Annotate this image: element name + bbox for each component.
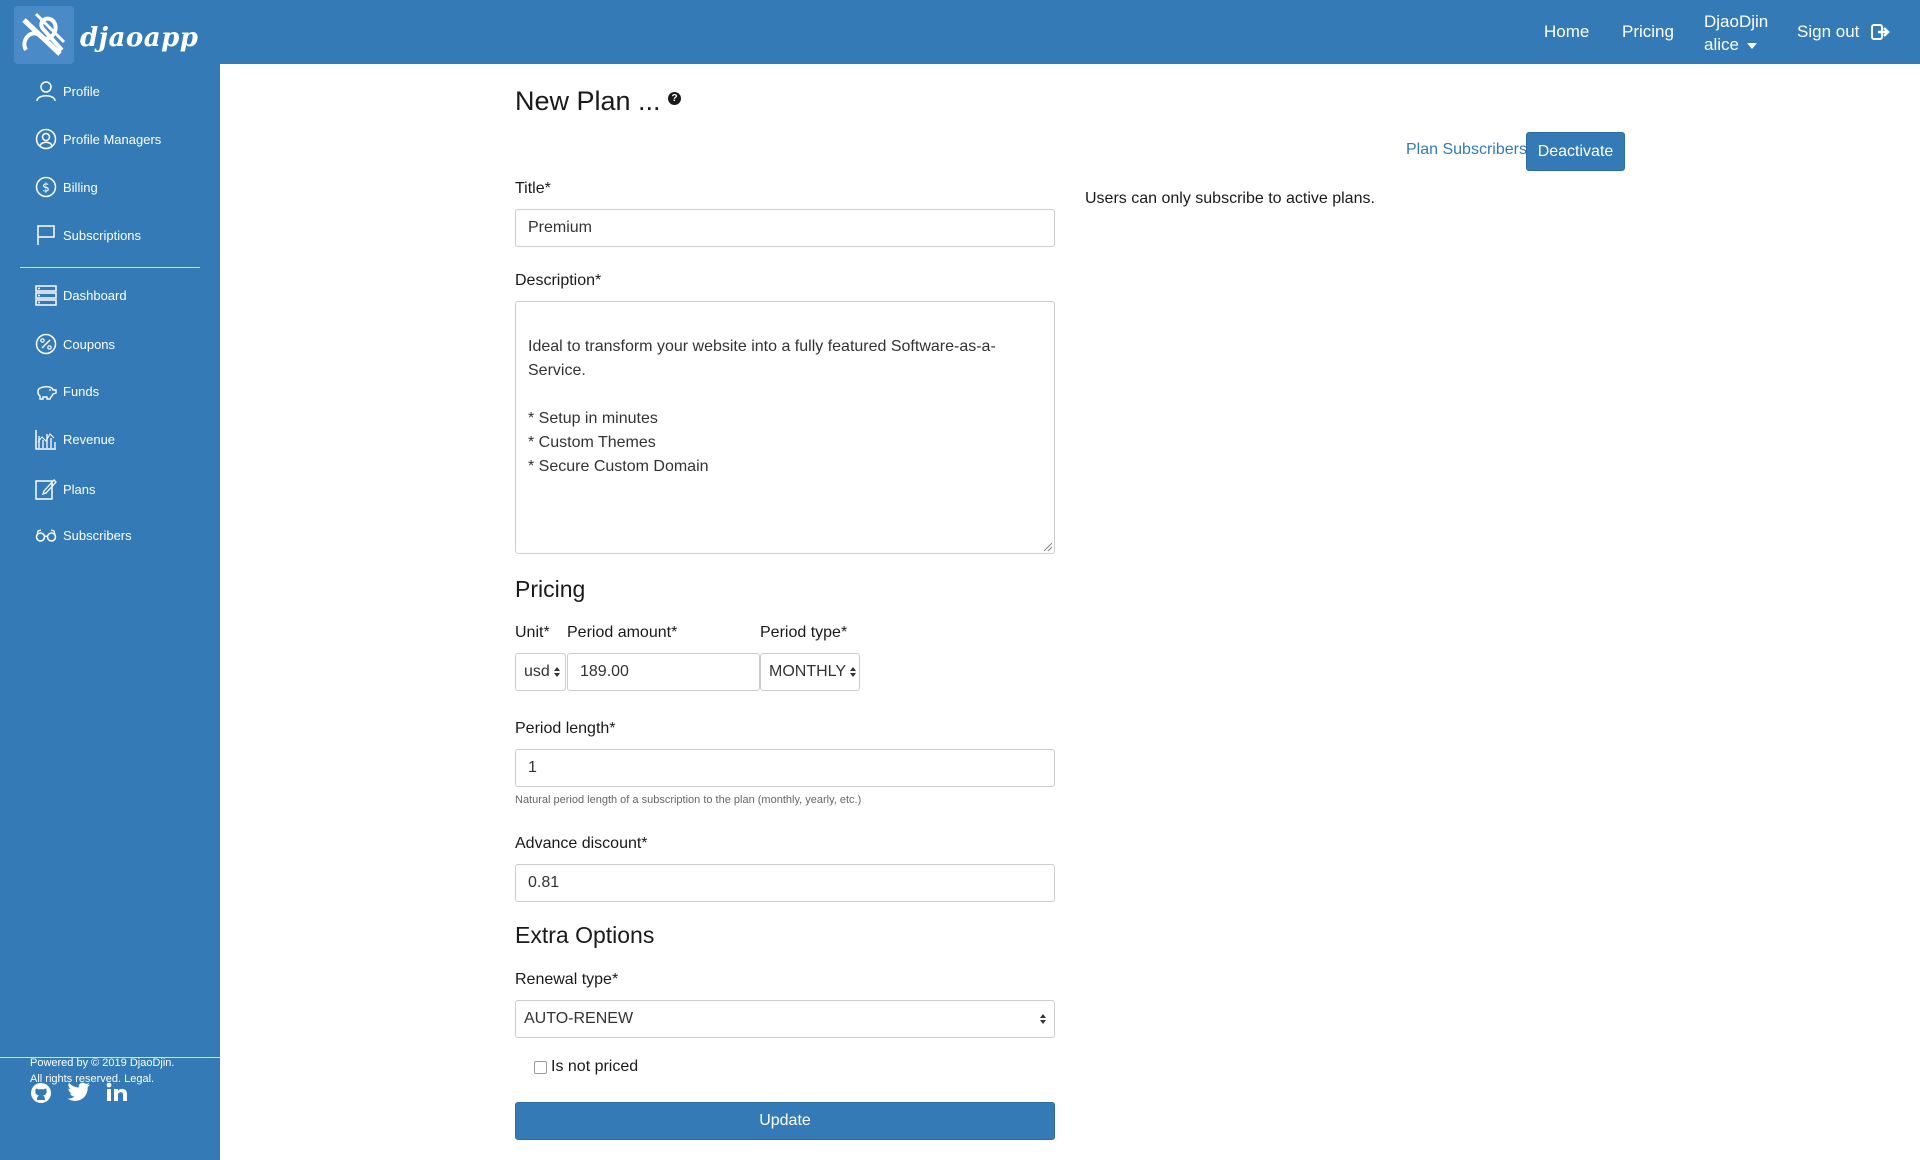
edit-icon bbox=[35, 479, 57, 500]
user-circle-icon bbox=[35, 128, 57, 150]
user-name: alice bbox=[1704, 35, 1739, 54]
sidebar-item-subscribers[interactable]: Subscribers bbox=[35, 524, 132, 546]
description-field[interactable]: Ideal to transform your website into a f… bbox=[515, 301, 1055, 554]
svg-text:$: $ bbox=[42, 181, 50, 195]
sidebar-item-label: Plans bbox=[63, 481, 96, 497]
sidebar-item-label: Subscriptions bbox=[63, 227, 142, 243]
account-dropdown[interactable]: DjaoDjin alice bbox=[1704, 10, 1768, 56]
renewal-type-value: AUTO-RENEW bbox=[524, 1010, 634, 1027]
period-amount-value: 189.00 bbox=[580, 663, 629, 680]
brand-name: djaoapp bbox=[80, 23, 199, 53]
top-navbar: djaoapp Home Pricing DjaoDjin alice Sign… bbox=[0, 0, 1920, 64]
advance-discount-value: 0.81 bbox=[528, 874, 560, 891]
period-type-value: MONTHLY bbox=[769, 663, 847, 680]
sidebar-footer: Powered by © 2019 DjaoDjin. All rights r… bbox=[30, 1055, 174, 1087]
period-length-help: Natural period length of a subscription … bbox=[515, 794, 862, 806]
period-amount-label: Period amount* bbox=[567, 624, 678, 641]
piggy-bank-icon bbox=[37, 386, 57, 400]
select-arrows-icon bbox=[553, 667, 560, 677]
chart-icon bbox=[35, 430, 56, 450]
sidebar-item-label: Profile Managers bbox=[63, 131, 162, 147]
renewal-type-select[interactable]: AUTO-RENEW bbox=[515, 1000, 1055, 1038]
description-label: Description* bbox=[515, 272, 602, 289]
sidebar-item-coupons[interactable]: Coupons bbox=[35, 333, 115, 355]
sidebar-item-label: Coupons bbox=[63, 336, 116, 352]
copyright-text: Powered by © 2019 DjaoDjin. bbox=[30, 1057, 175, 1069]
page-title: New Plan ... bbox=[515, 86, 661, 116]
percent-icon bbox=[35, 333, 57, 355]
period-length-field[interactable]: 1 bbox=[515, 749, 1055, 787]
renewal-type-label: Renewal type* bbox=[515, 971, 619, 988]
select-arrows-icon bbox=[850, 667, 857, 677]
sidebar-item-profile-managers[interactable]: Profile Managers bbox=[35, 128, 161, 150]
title-value: Premium bbox=[528, 219, 593, 236]
dollar-circle-icon: $ bbox=[35, 176, 57, 198]
resize-handle[interactable] bbox=[1044, 543, 1052, 551]
unit-label: Unit* bbox=[515, 624, 550, 641]
nav-home-link[interactable]: Home bbox=[1544, 22, 1589, 42]
sign-out-label: Sign out bbox=[1797, 22, 1860, 41]
rights-text: All rights reserved. Legal. bbox=[30, 1073, 155, 1085]
user-icon bbox=[36, 81, 56, 102]
caret-down-icon bbox=[1746, 42, 1757, 49]
sidebar-item-label: Funds bbox=[63, 383, 100, 399]
sidebar-item-label: Profile bbox=[63, 83, 100, 99]
update-button[interactable]: Update bbox=[515, 1102, 1055, 1140]
period-length-label: Period length* bbox=[515, 720, 616, 737]
glasses-icon bbox=[35, 529, 57, 542]
sidebar-item-subscriptions[interactable]: Subscriptions bbox=[35, 224, 141, 246]
sidebar-item-funds[interactable]: Funds bbox=[35, 380, 99, 402]
advance-discount-label: Advance discount* bbox=[515, 835, 648, 852]
sidebar-item-label: Revenue bbox=[63, 431, 116, 447]
title-label: Title* bbox=[515, 180, 551, 197]
server-icon bbox=[35, 285, 57, 306]
description-value: Ideal to transform your website into a f… bbox=[528, 338, 996, 475]
sidebar-item-profile[interactable]: Profile bbox=[35, 80, 100, 102]
not-priced-label: Is not priced bbox=[551, 1058, 639, 1075]
sidebar-divider bbox=[20, 267, 200, 268]
flag-icon bbox=[37, 225, 55, 245]
deactivate-button[interactable]: Deactivate bbox=[1526, 132, 1625, 171]
unit-value: usd bbox=[524, 663, 550, 680]
period-type-label: Period type* bbox=[760, 624, 848, 641]
logo-mark-icon bbox=[14, 6, 74, 64]
select-arrows-icon bbox=[1040, 1014, 1046, 1024]
sidebar-item-label: Dashboard bbox=[63, 287, 127, 303]
nav-pricing-link[interactable]: Pricing bbox=[1622, 22, 1674, 42]
sidebar-item-revenue[interactable]: Revenue bbox=[35, 428, 115, 450]
extra-options-heading: Extra Options bbox=[515, 922, 655, 948]
unit-select[interactable]: usd bbox=[515, 653, 566, 691]
not-priced-option[interactable]: Is not priced bbox=[534, 1058, 638, 1076]
sidebar: Profile Profile Managers $ Billing Subsc… bbox=[0, 64, 220, 1160]
pricing-heading: Pricing bbox=[515, 576, 586, 602]
sign-out-link[interactable]: Sign out bbox=[1797, 22, 1891, 42]
period-length-value: 1 bbox=[528, 759, 537, 776]
advance-discount-field[interactable]: 0.81 bbox=[515, 864, 1055, 902]
help-icon[interactable]: ? bbox=[668, 92, 681, 105]
sidebar-item-label: Subscribers bbox=[63, 527, 132, 543]
sidebar-item-dashboard[interactable]: Dashboard bbox=[35, 284, 127, 306]
not-priced-checkbox[interactable] bbox=[534, 1060, 547, 1074]
brand-logo[interactable]: djaoapp bbox=[14, 6, 198, 64]
sidebar-item-billing[interactable]: $ Billing bbox=[35, 176, 98, 198]
org-name: DjaoDjin bbox=[1704, 12, 1769, 31]
sidebar-item-plans[interactable]: Plans bbox=[35, 478, 96, 500]
active-plans-note: Users can only subscribe to active plans… bbox=[1085, 190, 1375, 207]
sign-out-icon bbox=[1871, 24, 1891, 40]
period-amount-field[interactable]: 189.00 bbox=[567, 653, 760, 691]
title-field[interactable]: Premium bbox=[515, 209, 1055, 247]
sidebar-item-label: Billing bbox=[63, 179, 98, 195]
plan-subscribers-link[interactable]: Plan Subscribers bbox=[1406, 141, 1527, 159]
period-type-select[interactable]: MONTHLY bbox=[760, 653, 860, 691]
